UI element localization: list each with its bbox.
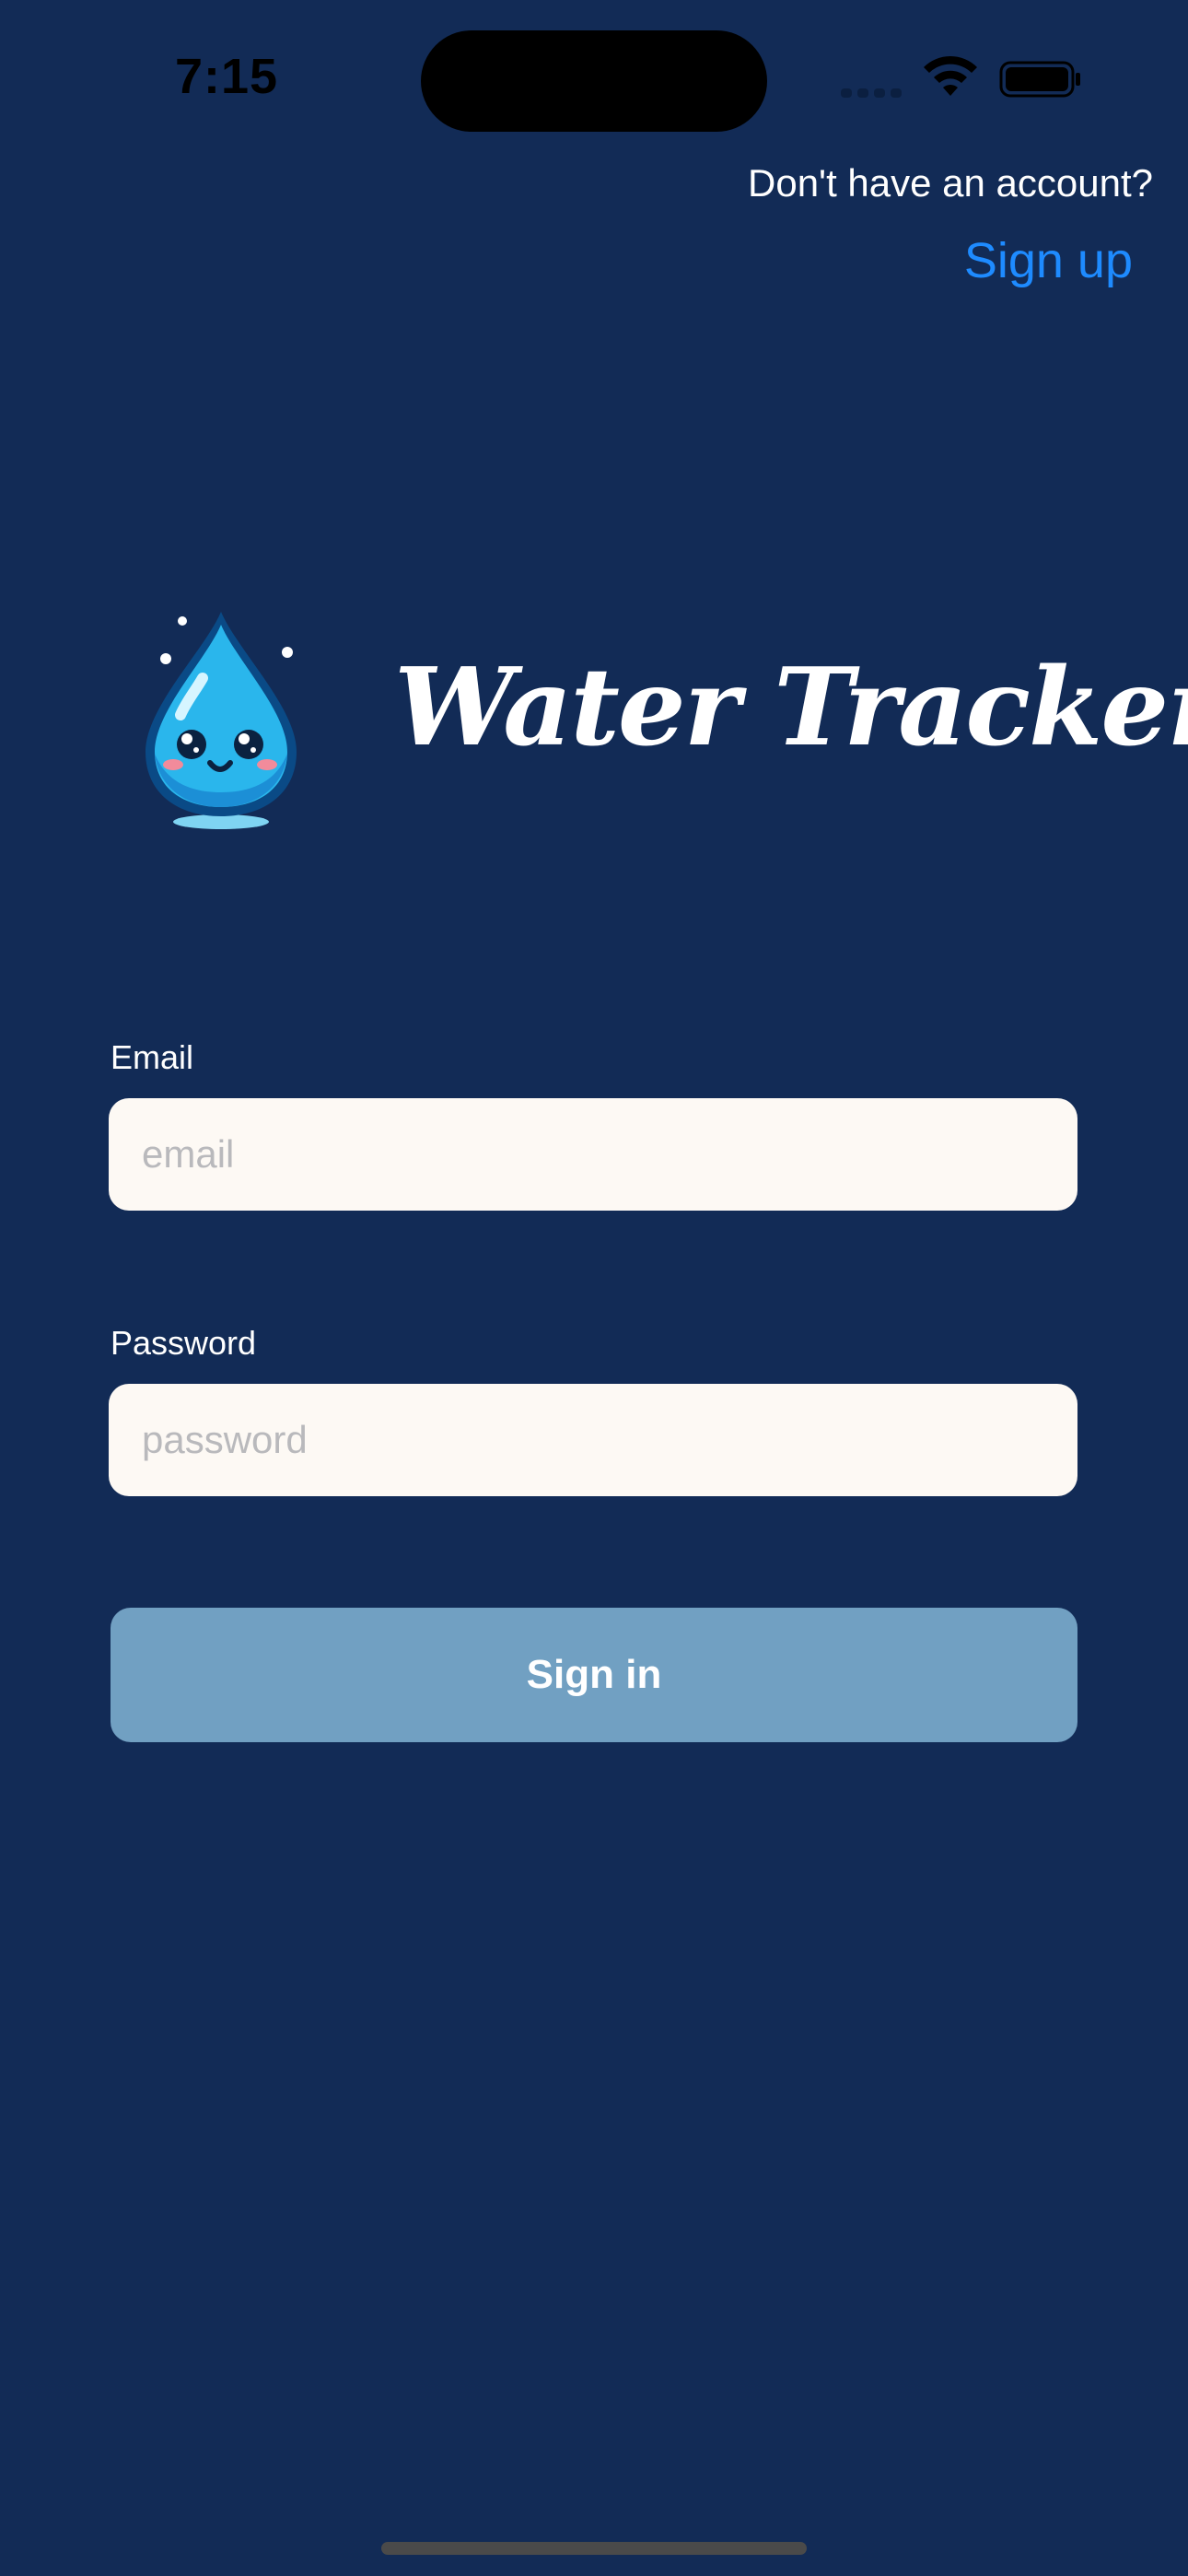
- water-drop-mascot-icon: [146, 612, 297, 829]
- battery-icon: [999, 61, 1080, 98]
- app-title: Water Tracker: [394, 645, 1188, 770]
- password-input[interactable]: [109, 1384, 1077, 1496]
- signup-link[interactable]: Sign up: [964, 232, 1133, 289]
- status-time: 7:15: [175, 49, 279, 104]
- email-input[interactable]: [109, 1098, 1077, 1211]
- email-label: Email: [111, 1038, 194, 1076]
- password-label: Password: [111, 1324, 257, 1362]
- sign-in-button[interactable]: Sign in: [111, 1608, 1077, 1742]
- dynamic-island: [421, 30, 767, 132]
- cellular-signal-icon: [841, 85, 905, 98]
- home-indicator[interactable]: [381, 2542, 807, 2555]
- signup-prompt: Don't have an account?: [748, 161, 1153, 205]
- wifi-icon: [924, 55, 977, 96]
